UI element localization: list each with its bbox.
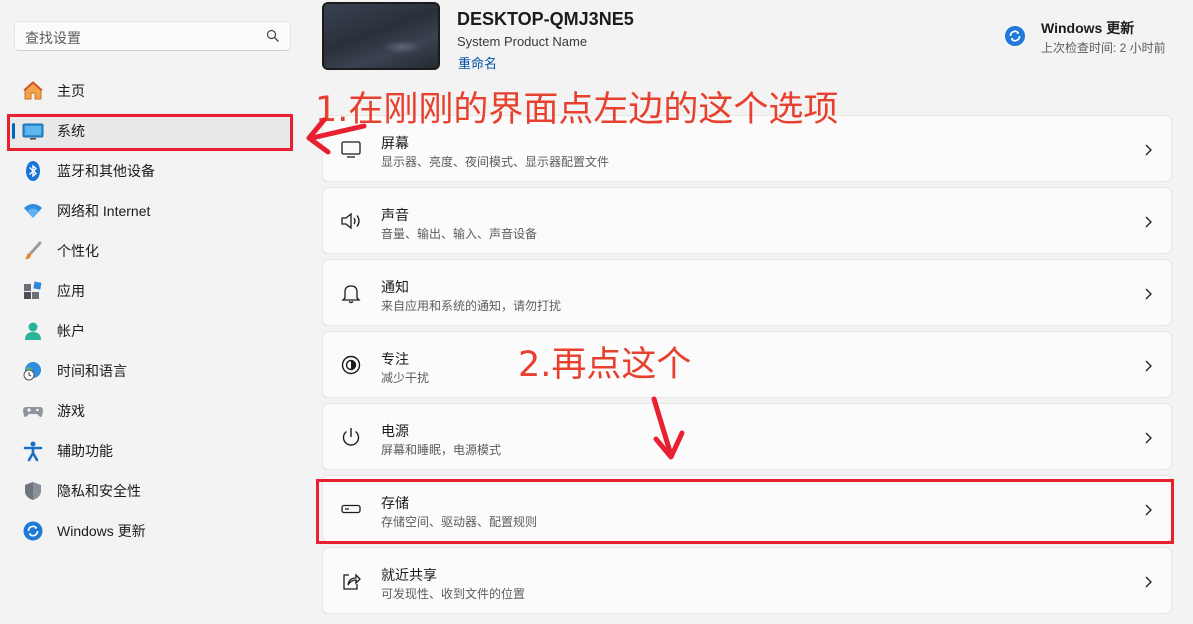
card-description: 可发现性、收到文件的位置	[381, 587, 526, 601]
sidebar-item-accounts[interactable]: 帐户	[8, 313, 294, 349]
sidebar-item-label: 帐户	[57, 323, 85, 339]
card-title: 声音	[381, 207, 409, 223]
windows-update-status: 上次检查时间: 2 小时前	[1041, 41, 1166, 55]
sidebar-item-label: Windows 更新	[57, 523, 146, 539]
chevron-right-icon	[1145, 360, 1152, 372]
windows-update-title[interactable]: Windows 更新	[1041, 18, 1134, 38]
share-icon	[339, 570, 363, 592]
settings-card-notifications[interactable]: 通知 来自应用和系统的通知，请勿打扰	[322, 259, 1172, 326]
annotation-box-system	[7, 114, 293, 151]
sidebar-item-label: 游戏	[57, 403, 85, 419]
chevron-right-icon	[1145, 144, 1152, 156]
card-title: 通知	[381, 279, 409, 295]
settings-card-power[interactable]: 电源 屏幕和睡眠，电源模式	[322, 403, 1172, 470]
windows-update-icon[interactable]	[1004, 25, 1026, 47]
card-description: 来自应用和系统的通知，请勿打扰	[381, 299, 562, 313]
sidebar-item-label: 主页	[57, 83, 85, 99]
annotation-step1-text: 1.在刚刚的界面点左边的这个选项	[315, 90, 839, 130]
annotation-step2-text: 2.再点这个	[518, 345, 692, 385]
shield-icon	[22, 480, 44, 502]
sidebar-item-privacy[interactable]: 隐私和安全性	[8, 473, 294, 509]
gamepad-icon	[22, 400, 44, 422]
bluetooth-icon	[22, 160, 44, 182]
card-description: 显示器、亮度、夜间模式、显示器配置文件	[381, 155, 610, 169]
annotation-arrow-left-icon	[306, 117, 367, 155]
accessibility-icon	[22, 440, 44, 462]
sidebar-item-label: 网络和 Internet	[57, 203, 151, 219]
apps-icon	[22, 280, 44, 302]
chevron-right-icon	[1145, 576, 1152, 588]
settings-card-sound[interactable]: 声音 音量、输出、输入、声音设备	[322, 187, 1172, 254]
sidebar-item-windows-update[interactable]: Windows 更新	[8, 513, 294, 549]
home-icon	[22, 80, 44, 102]
sidebar: 查找设置 主页 系统 蓝牙和其他设备 网络和 Internet 个性化 应用 帐…	[0, 0, 306, 624]
device-name: DESKTOP-QMJ3NE5	[457, 9, 634, 29]
sidebar-item-bluetooth[interactable]: 蓝牙和其他设备	[8, 153, 294, 189]
search-icon	[266, 29, 279, 42]
focus-icon	[339, 354, 363, 376]
card-description: 减少干扰	[381, 371, 430, 385]
sidebar-item-time-language[interactable]: 时间和语言	[8, 353, 294, 389]
rename-link[interactable]: 重命名	[458, 53, 497, 72]
settings-card-focus[interactable]: 专注 减少干扰	[322, 331, 1172, 398]
card-title: 屏幕	[381, 135, 409, 151]
sidebar-item-label: 个性化	[57, 243, 99, 259]
annotation-arrow-down-icon	[651, 396, 685, 460]
sidebar-item-gaming[interactable]: 游戏	[8, 393, 294, 429]
chevron-right-icon	[1145, 432, 1152, 444]
account-icon	[22, 320, 44, 342]
card-description: 音量、输出、输入、声音设备	[381, 227, 538, 241]
wifi-icon	[22, 200, 44, 222]
settings-card-nearby-sharing[interactable]: 就近共享 可发现性、收到文件的位置	[322, 547, 1172, 614]
speaker-icon	[339, 210, 363, 232]
card-title: 就近共享	[381, 567, 437, 583]
bell-icon	[339, 282, 363, 304]
device-thumbnail	[322, 2, 440, 70]
sidebar-item-label: 蓝牙和其他设备	[57, 163, 155, 179]
chevron-right-icon	[1145, 288, 1152, 300]
chevron-right-icon	[1145, 216, 1152, 228]
card-description: 屏幕和睡眠，电源模式	[381, 443, 502, 457]
globe-clock-icon	[22, 360, 44, 382]
card-title: 电源	[381, 423, 409, 439]
sidebar-item-label: 辅助功能	[57, 443, 113, 459]
sidebar-item-personalization[interactable]: 个性化	[8, 233, 294, 269]
sidebar-item-apps[interactable]: 应用	[8, 273, 294, 309]
sidebar-item-network[interactable]: 网络和 Internet	[8, 193, 294, 229]
annotation-box-storage	[316, 479, 1174, 544]
search-box[interactable]: 查找设置	[14, 21, 291, 51]
sidebar-item-accessibility[interactable]: 辅助功能	[8, 433, 294, 469]
brush-icon	[22, 240, 44, 262]
sidebar-item-home[interactable]: 主页	[8, 73, 294, 109]
update-icon	[22, 520, 44, 542]
sidebar-item-label: 时间和语言	[57, 363, 127, 379]
sidebar-item-label: 隐私和安全性	[57, 483, 141, 499]
sidebar-item-label: 应用	[57, 283, 85, 299]
card-title: 专注	[381, 351, 409, 367]
search-placeholder: 查找设置	[25, 30, 81, 46]
device-model: System Product Name	[457, 34, 588, 49]
power-icon	[339, 426, 363, 448]
